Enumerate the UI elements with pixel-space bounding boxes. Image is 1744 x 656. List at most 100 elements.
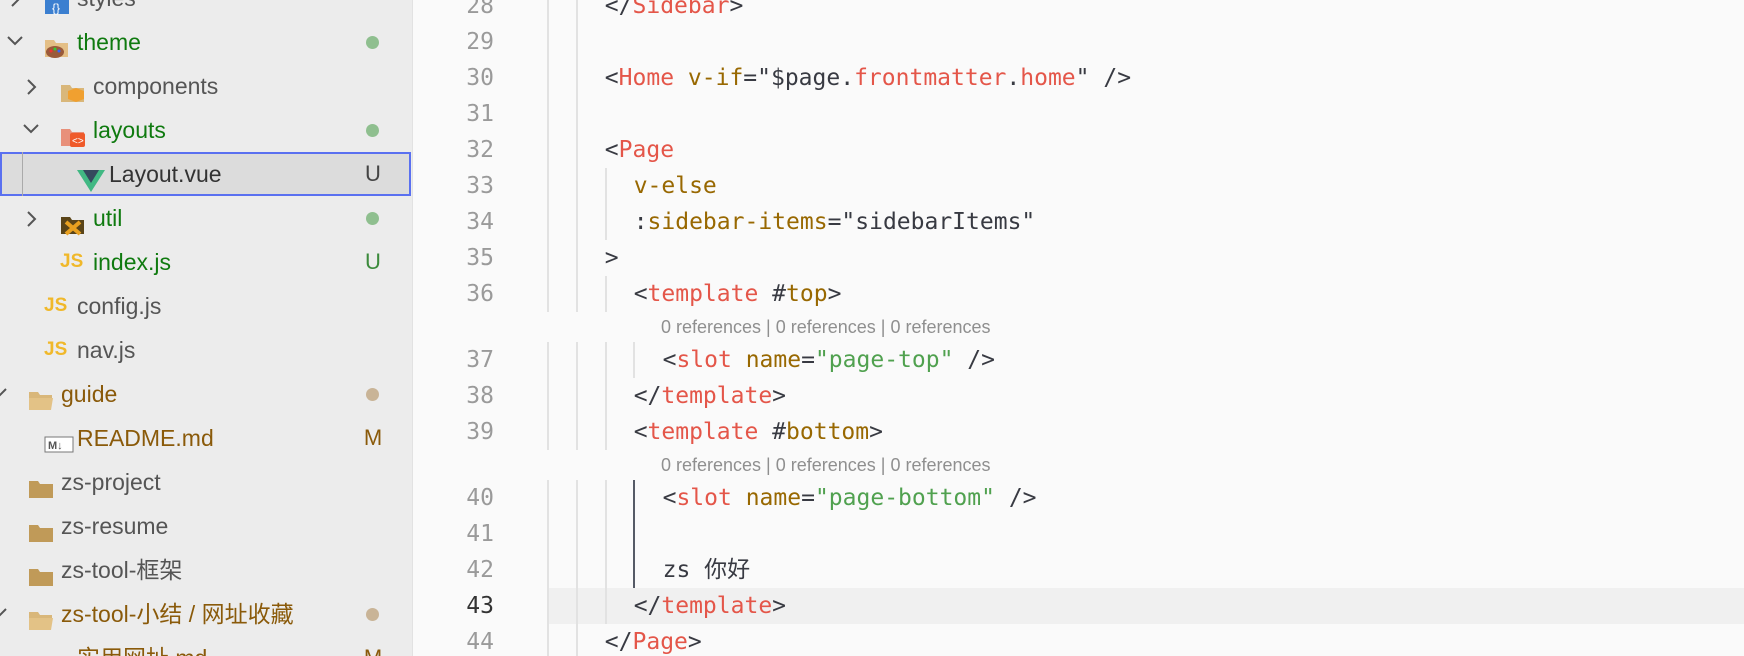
code-text: :sidebar-items="sidebarItems" (634, 204, 1036, 240)
code-line[interactable]: 32 <Page (414, 132, 1744, 168)
chevron-right-icon[interactable] (21, 64, 41, 112)
tree-item[interactable]: zs-tool-小结 / 网址收藏 (0, 592, 411, 636)
git-status-badge: U (365, 249, 381, 274)
code-text: </Page> (605, 624, 702, 656)
code-token: = (801, 347, 815, 373)
code-text: v-else (634, 168, 717, 204)
code-token: < (604, 137, 619, 163)
line-number: 32 (466, 137, 494, 163)
chevron-down-icon[interactable] (21, 108, 41, 152)
code-token: v-if (687, 65, 744, 91)
code-line[interactable]: 42 zs 你好 (414, 552, 1744, 588)
code-token: </ (633, 383, 662, 409)
tree-item[interactable]: zs-project (0, 460, 411, 504)
code-token: " /> (1075, 65, 1132, 91)
code-token: </ (604, 629, 633, 655)
tree-item[interactable]: guide (0, 372, 411, 416)
tree-item[interactable]: JS nav.js (0, 328, 411, 372)
code-editor[interactable]: 28 </Sidebar> 29 30 <Home v-if="$page.frontm… (414, 0, 1744, 656)
modified-dot-icon (366, 388, 379, 401)
git-status-badge: M (363, 425, 383, 450)
indent-guide (633, 342, 635, 378)
chevron-right-icon[interactable] (21, 196, 41, 244)
indent-guide (605, 378, 607, 414)
code-token: > (827, 281, 842, 307)
code-text: <slot name="page-top" /> (663, 342, 995, 378)
tree-item-label: index.js (93, 249, 171, 275)
tree-item[interactable]: JS index.js U (0, 240, 411, 284)
code-line[interactable]: 43 </template> (414, 588, 1744, 624)
code-token: < (662, 485, 677, 511)
code-text: <slot name="page-bottom" /> (663, 480, 1037, 516)
code-token: ="sidebarItems" (827, 209, 1036, 235)
code-token: template (647, 281, 759, 307)
indent-guide (576, 624, 578, 656)
code-token: "page-top" (814, 347, 954, 373)
codelens-references[interactable]: 0 references | 0 references | 0 referenc… (414, 312, 1744, 342)
code-token: /> (994, 485, 1037, 511)
tree-item[interactable]: M↓ README.md M (0, 416, 411, 460)
code-token: /> (953, 347, 995, 373)
tree-item[interactable]: <> layouts (0, 108, 411, 152)
code-line[interactable]: 37 <slot name="page-top" /> (414, 342, 1744, 378)
code-line[interactable]: 38 </template> (414, 378, 1744, 414)
tree-item[interactable]: util (0, 196, 411, 240)
codelens-text[interactable]: 0 references | 0 references | 0 referenc… (661, 312, 991, 342)
codelens-text[interactable]: 0 references | 0 references | 0 referenc… (661, 450, 991, 480)
code-line[interactable]: 41 (414, 516, 1744, 552)
code-line[interactable]: 40 <slot name="page-bottom" /> (414, 480, 1744, 516)
chevron-down-icon[interactable] (0, 592, 9, 636)
code-line[interactable]: 44 </Page> (414, 624, 1744, 656)
code-line[interactable]: 29 (414, 24, 1744, 60)
folder-theme-icon (44, 30, 70, 58)
tree-item[interactable]: JS config.js (0, 284, 411, 328)
indent-guide (547, 0, 549, 24)
indent-guide (576, 276, 578, 312)
tree-item[interactable]: {} styles (0, 0, 411, 20)
code-line[interactable]: 31 (414, 96, 1744, 132)
modified-dot-icon (366, 212, 379, 225)
indent-guide (547, 516, 549, 552)
code-line[interactable]: 39 <template #bottom> (414, 414, 1744, 450)
code-token: </ (633, 593, 662, 619)
code-line[interactable]: 35 > (414, 240, 1744, 276)
tree-item[interactable]: zs-resume (0, 504, 411, 548)
tree-item[interactable]: theme (0, 20, 411, 64)
indent-guide (576, 204, 578, 240)
indent-guide (576, 414, 578, 450)
indent-guide (605, 342, 607, 378)
indent-guide (633, 480, 635, 516)
indent-guide (605, 204, 607, 240)
code-line[interactable]: 36 <template #top> (414, 276, 1744, 312)
code-token: < (662, 347, 677, 373)
code-token: . (1006, 65, 1021, 91)
code-token: template (661, 593, 773, 619)
indent-guide (576, 552, 578, 588)
code-token: # (758, 281, 787, 307)
line-number: 38 (466, 383, 494, 409)
code-line[interactable]: 28 </Sidebar> (414, 0, 1744, 24)
code-token: template (647, 419, 759, 445)
code-token: template (661, 383, 773, 409)
code-text: > (605, 240, 619, 276)
tree-item[interactable]: zs-tool-框架 (0, 548, 411, 592)
code-token: bottom (786, 419, 870, 445)
indent-guide (605, 276, 607, 312)
code-token: ="$page. (743, 65, 855, 91)
tree-item[interactable]: components (0, 64, 411, 108)
code-line[interactable]: 34:sidebar-items="sidebarItems" (414, 204, 1744, 240)
code-token: # (758, 419, 787, 445)
tree-item[interactable]: Layout.vue U (0, 152, 411, 196)
line-number: 33 (466, 173, 494, 199)
indent-guide (576, 24, 578, 60)
tree-item[interactable]: M↓ 实用网址.md M (0, 636, 411, 656)
code-token: > (729, 0, 744, 19)
chevron-down-icon[interactable] (0, 372, 9, 416)
code-line[interactable]: 33 v-else (414, 168, 1744, 204)
codelens-references[interactable]: 0 references | 0 references | 0 referenc… (414, 450, 1744, 480)
indent-guide (547, 24, 549, 60)
code-token: slot (676, 347, 732, 373)
code-line[interactable]: 30 <Home v-if="$page.frontmatter.home" /> (414, 60, 1744, 96)
folder-components-icon (60, 74, 86, 102)
chevron-down-icon[interactable] (5, 20, 25, 64)
